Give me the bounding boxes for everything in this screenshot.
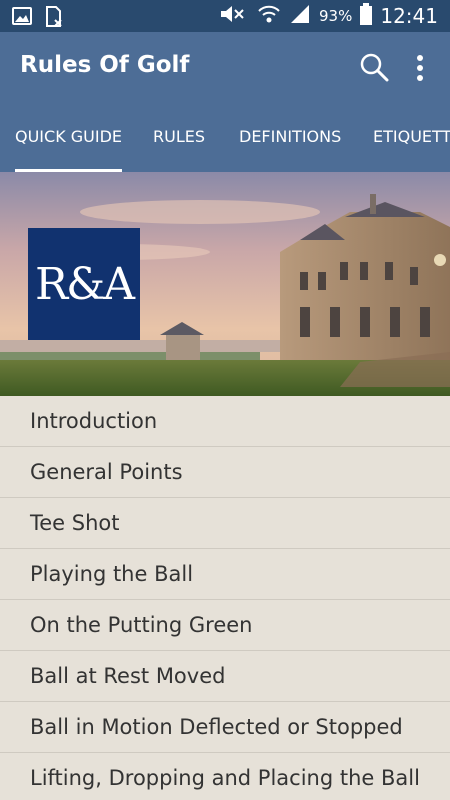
- search-button[interactable]: [358, 51, 392, 85]
- ra-logo: R&A: [28, 228, 140, 340]
- list-item-lifting-dropping-placing[interactable]: Lifting, Dropping and Placing the Ball: [0, 753, 450, 800]
- mute-icon: [219, 4, 249, 29]
- clock: 12:41: [380, 4, 438, 28]
- tab-quick-guide[interactable]: QUICK GUIDE: [15, 104, 123, 172]
- list-item-ball-in-motion[interactable]: Ball in Motion Deflected or Stopped: [0, 702, 450, 753]
- battery-percent: 93%: [319, 7, 353, 25]
- search-icon: [360, 53, 389, 82]
- list-item-on-the-putting-green[interactable]: On the Putting Green: [0, 600, 450, 651]
- status-bar: 93% 12:41: [0, 0, 450, 32]
- sim-blocked-icon: [44, 6, 64, 33]
- signal-icon: [289, 3, 311, 30]
- tab-etiquette[interactable]: ETIQUETTE: [373, 104, 450, 172]
- gallery-icon: [12, 6, 32, 33]
- header-banner-image: R&A: [0, 172, 450, 396]
- tab-bar: QUICK GUIDE RULES DEFINITIONS ETIQUETTE: [0, 104, 450, 172]
- tab-definitions[interactable]: DEFINITIONS: [239, 104, 341, 172]
- list-item-introduction[interactable]: Introduction: [0, 396, 450, 447]
- quick-guide-list: Introduction General Points Tee Shot Pla…: [0, 396, 450, 800]
- more-options-button[interactable]: [406, 51, 434, 85]
- battery-icon: [360, 2, 373, 30]
- more-vert-icon: [417, 55, 423, 81]
- app-title: Rules Of Golf: [20, 52, 190, 78]
- list-item-ball-at-rest-moved[interactable]: Ball at Rest Moved: [0, 651, 450, 702]
- list-item-tee-shot[interactable]: Tee Shot: [0, 498, 450, 549]
- list-item-general-points[interactable]: General Points: [0, 447, 450, 498]
- tab-rules[interactable]: RULES: [153, 104, 205, 172]
- wifi-icon: [257, 3, 281, 30]
- list-item-playing-the-ball[interactable]: Playing the Ball: [0, 549, 450, 600]
- app-bar: Rules Of Golf: [0, 32, 450, 104]
